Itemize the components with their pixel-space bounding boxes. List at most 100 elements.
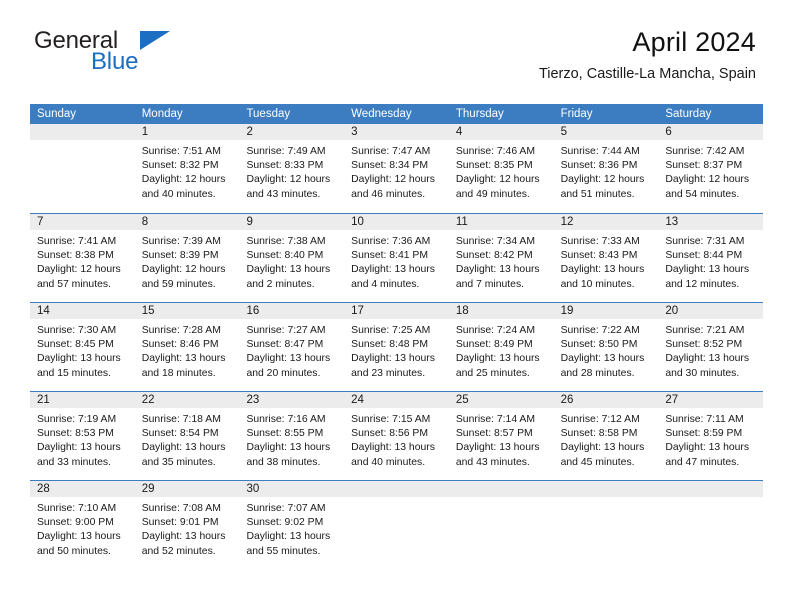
day-number: 16: [246, 305, 260, 317]
daylight-text: Daylight: 13 hours and 28 minutes.: [560, 353, 645, 379]
day-sun-info: Sunrise: 7:31 AM Sunset: 8:44 PM Daylight:…: [658, 231, 763, 292]
calendar-day-cell[interactable]: 18 Sunrise: 7:24 AM Sunset: 8:49 PM Dayligh…: [448, 303, 554, 391]
day-sun-info: Sunrise: 7:22 AM Sunset: 8:50 PM Daylight:…: [554, 320, 659, 381]
calendar-day-cell[interactable]: 11 Sunrise: 7:34 AM Sunset: 8:42 PM Dayligh…: [448, 214, 554, 302]
day-number: 25: [455, 394, 469, 406]
calendar-day-cell[interactable]: 17 Sunrise: 7:25 AM Sunset: 8:48 PM Dayligh…: [344, 303, 449, 391]
day-number: 22: [141, 394, 155, 406]
day-number-band: 29: [134, 481, 240, 498]
day-number: 9: [246, 216, 253, 228]
day-number: 10: [351, 216, 364, 228]
calendar-day-cell[interactable]: 7 Sunrise: 7:41 AM Sunset: 8:38 PM Daylight…: [30, 214, 135, 302]
calendar-day-cell[interactable]: 14 Sunrise: 7:30 AM Sunset: 8:45 PM Dayligh…: [30, 303, 135, 391]
daylight-text: Daylight: 13 hours and 4 minutes.: [351, 264, 435, 290]
calendar-day-cell-empty: [344, 481, 449, 569]
day-number: 12: [560, 216, 574, 228]
calendar-day-cell[interactable]: 10 Sunrise: 7:36 AM Sunset: 8:41 PM Dayligh…: [344, 214, 449, 302]
weekday-header-sunday: Sunday: [37, 108, 77, 120]
day-number-band: 8: [134, 214, 240, 231]
brand-name-blue: Blue: [91, 48, 139, 75]
calendar-day-cell[interactable]: 24 Sunrise: 7:15 AM Sunset: 8:56 PM Dayligh…: [344, 392, 449, 480]
calendar-day-cell[interactable]: 9 Sunrise: 7:38 AM Sunset: 8:40 PM Daylight…: [239, 214, 345, 302]
calendar-day-cell[interactable]: 5 Sunrise: 7:44 AM Sunset: 8:36 PM Daylight…: [553, 124, 659, 213]
sunset-text: Sunset: 8:36 PM: [560, 160, 638, 172]
day-number-band: 6: [658, 124, 764, 141]
sunrise-text: Sunrise: 7:18 AM: [141, 414, 221, 425]
calendar-day-cell[interactable]: 6 Sunrise: 7:42 AM Sunset: 8:37 PM Daylight…: [658, 124, 764, 213]
brand-logo[interactable]: General Blue: [34, 28, 234, 80]
sunrise-text: Sunrise: 7:11 AM: [665, 414, 744, 425]
page-header: General Blue April 2024 Tierzo, Castille…: [0, 0, 792, 82]
calendar-day-cell[interactable]: 4 Sunrise: 7:46 AM Sunset: 8:35 PM Daylight…: [448, 124, 554, 213]
calendar-day-cell[interactable]: 16 Sunrise: 7:27 AM Sunset: 8:47 PM Dayligh…: [239, 303, 345, 391]
sunrise-text: Sunrise: 7:36 AM: [351, 236, 431, 247]
day-number: 5: [560, 126, 567, 138]
day-number-band: [344, 481, 449, 498]
calendar-day-cell[interactable]: 28 Sunrise: 7:10 AM Sunset: 9:00 PM Dayligh…: [30, 481, 135, 569]
calendar-day-cell[interactable]: 3 Sunrise: 7:47 AM Sunset: 8:34 PM Daylight…: [344, 124, 449, 213]
day-number-band: 2: [239, 124, 345, 141]
calendar-day-cell[interactable]: 22 Sunrise: 7:18 AM Sunset: 8:54 PM Dayligh…: [134, 392, 240, 480]
daylight-text: Daylight: 13 hours and 10 minutes.: [560, 264, 645, 290]
calendar-day-cell[interactable]: 13 Sunrise: 7:31 AM Sunset: 8:44 PM Dayligh…: [658, 214, 764, 302]
day-number-band: 7: [30, 214, 135, 231]
day-sun-info: Sunrise: 7:14 AM Sunset: 8:57 PM Daylight:…: [449, 409, 554, 470]
sunset-text: Sunset: 9:02 PM: [246, 517, 324, 529]
calendar-day-cell[interactable]: 2 Sunrise: 7:49 AM Sunset: 8:33 PM Daylight…: [239, 124, 345, 213]
sunrise-text: Sunrise: 7:10 AM: [37, 503, 117, 514]
calendar-day-cell[interactable]: 27 Sunrise: 7:11 AM Sunset: 8:59 PM Dayligh…: [658, 392, 764, 480]
day-number-band: 9: [239, 214, 345, 231]
sunrise-text: Sunrise: 7:22 AM: [560, 325, 640, 336]
day-number: 29: [141, 483, 155, 495]
calendar-day-cell[interactable]: 21 Sunrise: 7:19 AM Sunset: 8:53 PM Dayligh…: [30, 392, 135, 480]
calendar-day-cell[interactable]: 23 Sunrise: 7:16 AM Sunset: 8:55 PM Dayligh…: [239, 392, 345, 480]
day-sun-info: Sunrise: 7:41 AM Sunset: 8:38 PM Daylight:…: [30, 231, 135, 292]
day-number-band: 3: [344, 124, 449, 141]
calendar-day-cell-empty: [448, 481, 554, 569]
sunrise-text: Sunrise: 7:44 AM: [560, 146, 640, 157]
sunset-text: Sunset: 8:59 PM: [665, 428, 743, 440]
daylight-text: Daylight: 13 hours and 2 minutes.: [246, 264, 331, 290]
weekday-header-tuesday: Tuesday: [246, 108, 291, 120]
calendar-day-cell-empty: [30, 124, 135, 213]
daylight-text: Daylight: 13 hours and 40 minutes.: [351, 442, 435, 468]
day-sun-info: Sunrise: 7:46 AM Sunset: 8:35 PM Daylight:…: [449, 141, 554, 202]
sunset-text: Sunset: 8:44 PM: [665, 250, 743, 262]
daylight-text: Daylight: 13 hours and 33 minutes.: [37, 442, 121, 468]
day-number: 19: [560, 305, 574, 317]
day-sun-info: Sunrise: 7:15 AM Sunset: 8:56 PM Daylight:…: [344, 409, 449, 470]
daylight-text: Daylight: 13 hours and 18 minutes.: [141, 353, 226, 379]
calendar-day-cell[interactable]: 12 Sunrise: 7:33 AM Sunset: 8:43 PM Dayligh…: [553, 214, 659, 302]
calendar-day-cell[interactable]: 20 Sunrise: 7:21 AM Sunset: 8:52 PM Dayligh…: [658, 303, 764, 391]
calendar-day-cell[interactable]: 19 Sunrise: 7:22 AM Sunset: 8:50 PM Dayligh…: [553, 303, 659, 391]
day-number-band: 27: [658, 392, 764, 409]
calendar-day-cell[interactable]: 8 Sunrise: 7:39 AM Sunset: 8:39 PM Daylight…: [134, 214, 240, 302]
calendar-day-cell[interactable]: 30 Sunrise: 7:07 AM Sunset: 9:02 PM Dayligh…: [239, 481, 345, 569]
day-number-band: 17: [344, 303, 449, 320]
daylight-text: Daylight: 13 hours and 35 minutes.: [141, 442, 226, 468]
day-number-band: 15: [134, 303, 240, 320]
day-number: 20: [665, 305, 679, 317]
daylight-text: Daylight: 13 hours and 50 minutes.: [37, 531, 121, 557]
sunrise-text: Sunrise: 7:15 AM: [351, 414, 431, 425]
day-number-band: [448, 481, 554, 498]
day-number: 21: [37, 394, 50, 406]
calendar-day-cell[interactable]: 26 Sunrise: 7:12 AM Sunset: 8:58 PM Dayligh…: [553, 392, 659, 480]
daylight-text: Daylight: 12 hours and 49 minutes.: [455, 174, 540, 200]
sunrise-text: Sunrise: 7:25 AM: [351, 325, 431, 336]
day-number: 27: [665, 394, 679, 406]
sunset-text: Sunset: 8:53 PM: [37, 428, 114, 440]
day-number: 3: [351, 126, 358, 138]
sunrise-text: Sunrise: 7:24 AM: [455, 325, 536, 336]
calendar-day-cell[interactable]: 29 Sunrise: 7:08 AM Sunset: 9:01 PM Dayligh…: [134, 481, 240, 569]
calendar-day-cell[interactable]: 25 Sunrise: 7:14 AM Sunset: 8:57 PM Dayligh…: [448, 392, 554, 480]
calendar-day-cell[interactable]: 15 Sunrise: 7:28 AM Sunset: 8:46 PM Dayligh…: [134, 303, 240, 391]
day-sun-info: Sunrise: 7:21 AM Sunset: 8:52 PM Daylight:…: [658, 320, 763, 381]
day-number: 18: [455, 305, 469, 317]
day-sun-info: Sunrise: 7:07 AM Sunset: 9:02 PM Daylight:…: [239, 498, 344, 559]
sunset-text: Sunset: 8:34 PM: [351, 160, 428, 172]
sunset-text: Sunset: 8:38 PM: [37, 250, 114, 262]
calendar-day-cell[interactable]: 1 Sunrise: 7:51 AM Sunset: 8:32 PM Daylight…: [134, 124, 240, 213]
day-number-band: 14: [30, 303, 135, 320]
sunrise-text: Sunrise: 7:41 AM: [37, 236, 117, 247]
